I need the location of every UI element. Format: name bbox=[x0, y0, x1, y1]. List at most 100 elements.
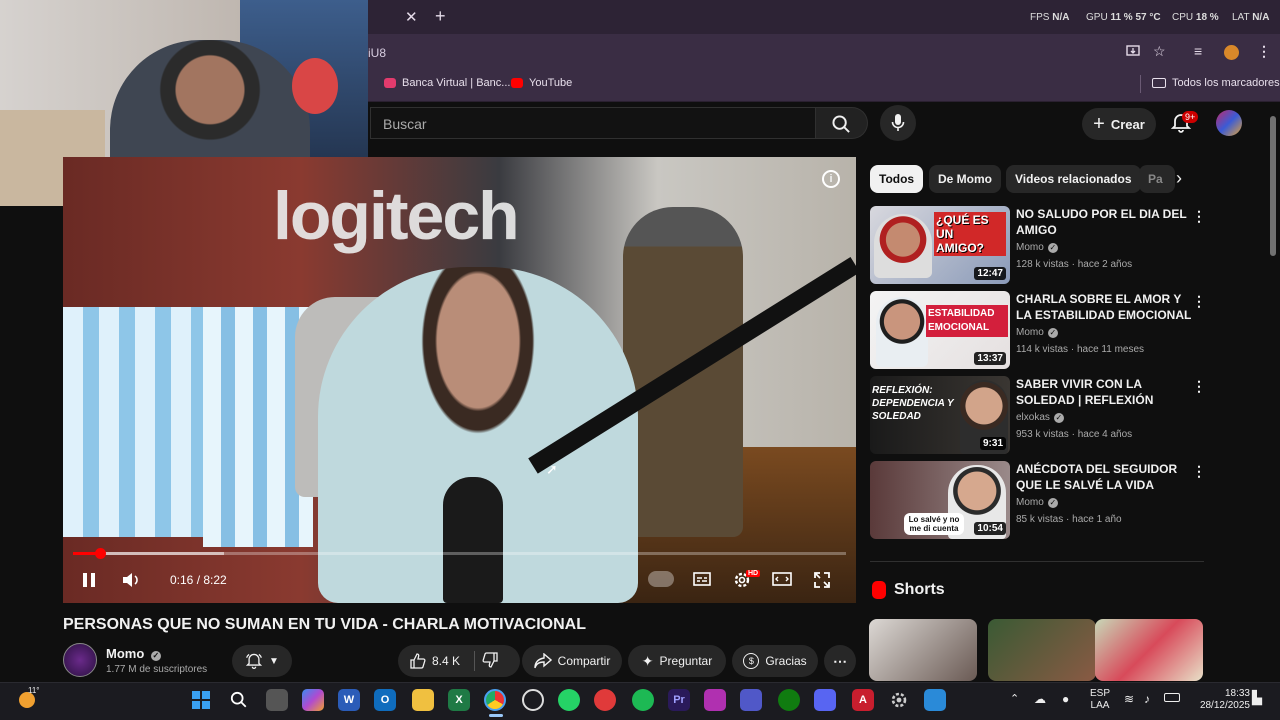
start-windows-icon[interactable] bbox=[190, 689, 212, 711]
recommendation-item[interactable]: Lo salvé y no me di cuenta 10:54 ANÉCDOT… bbox=[870, 461, 1206, 541]
menu-kebab-icon[interactable]: ⋮ bbox=[1257, 43, 1271, 60]
chevron-right-icon[interactable]: › bbox=[1176, 168, 1182, 189]
outlook-icon[interactable]: O bbox=[374, 689, 396, 711]
settings-gear-icon[interactable] bbox=[888, 689, 910, 711]
new-tab-icon[interactable]: + bbox=[435, 6, 446, 27]
bookmark-banca-virtual[interactable]: Banca Virtual | Banc... bbox=[384, 77, 510, 89]
more-vertical-icon[interactable]: ⋮ bbox=[1192, 378, 1206, 395]
obs-icon[interactable] bbox=[522, 689, 544, 711]
discord-icon[interactable] bbox=[814, 689, 836, 711]
dislike-button[interactable] bbox=[482, 652, 498, 673]
pdf-reader-icon[interactable] bbox=[594, 689, 616, 711]
more-vertical-icon[interactable]: ⋮ bbox=[1192, 208, 1206, 225]
more-vertical-icon[interactable]: ⋮ bbox=[1192, 293, 1206, 310]
spotify-icon[interactable] bbox=[632, 689, 654, 711]
task-view-icon[interactable] bbox=[266, 689, 288, 711]
volume-button[interactable] bbox=[122, 572, 142, 593]
info-icon[interactable]: i bbox=[822, 170, 840, 188]
channel-name[interactable]: Momo ✓ bbox=[106, 646, 161, 661]
thumbnail-person bbox=[876, 297, 928, 367]
chrome-icon[interactable] bbox=[484, 689, 506, 711]
word-icon[interactable]: W bbox=[338, 689, 360, 711]
instagram-icon[interactable] bbox=[704, 689, 726, 711]
battery-icon[interactable] bbox=[1164, 693, 1180, 702]
thanks-button[interactable]: $ Gracias bbox=[732, 645, 818, 677]
notification-center-icon[interactable]: ▙ bbox=[1252, 690, 1262, 706]
recommendation-item[interactable]: ESTABILIDAD EMOCIONAL 13:37 CHARLA SOBRE… bbox=[870, 291, 1206, 371]
clock[interactable]: 18:33 28/12/2025 bbox=[1194, 688, 1250, 712]
like-button[interactable]: 8.4 K bbox=[410, 653, 460, 669]
short-thumbnail[interactable] bbox=[869, 619, 977, 681]
acrobat-icon[interactable]: A bbox=[852, 689, 874, 711]
tab-close-icon[interactable]: ✕ bbox=[405, 8, 418, 26]
more-actions-button[interactable]: ⋯ bbox=[824, 645, 856, 677]
create-button[interactable]: + Crear bbox=[1082, 108, 1156, 140]
chevron-up-icon[interactable]: ⌃ bbox=[1010, 692, 1019, 705]
chip-videos-relacionados[interactable]: Videos relacionados bbox=[1006, 165, 1141, 193]
chip-truncated[interactable]: Pa bbox=[1139, 165, 1175, 193]
url-text[interactable]: iU8 bbox=[368, 46, 386, 60]
mic-tray-icon[interactable]: ● bbox=[1062, 692, 1069, 706]
account-avatar[interactable] bbox=[1216, 110, 1242, 136]
copilot-icon[interactable] bbox=[302, 689, 324, 711]
recommendation-title[interactable]: ANÉCDOTA DEL SEGUIDOR QUE LE SALVÉ LA VI… bbox=[1016, 461, 1194, 493]
video-thumbnail[interactable]: Lo salvé y no me di cuenta 10:54 bbox=[870, 461, 1010, 539]
subtitles-button[interactable] bbox=[693, 572, 711, 591]
cloud-icon[interactable]: ☁ bbox=[1034, 692, 1046, 706]
wifi-icon[interactable]: ≋ bbox=[1124, 692, 1134, 706]
hd-badge: HD bbox=[746, 570, 761, 577]
channel-avatar[interactable] bbox=[63, 643, 97, 677]
progress-scrubber[interactable] bbox=[95, 548, 107, 559]
reading-list-icon[interactable]: ≡ bbox=[1194, 43, 1202, 59]
profile-icon[interactable] bbox=[1224, 45, 1239, 60]
bookmark-youtube[interactable]: YouTube bbox=[511, 77, 572, 89]
folder-icon bbox=[1152, 78, 1166, 88]
video-thumbnail[interactable]: ESTABILIDAD EMOCIONAL 13:37 bbox=[870, 291, 1010, 369]
autoplay-toggle[interactable] bbox=[648, 571, 674, 587]
short-thumbnail[interactable] bbox=[988, 619, 1096, 681]
more-horizontal-icon: ⋯ bbox=[833, 652, 847, 669]
taskbar-search-icon[interactable] bbox=[228, 689, 250, 711]
teams-icon[interactable] bbox=[740, 689, 762, 711]
video-scene-logo: logitech bbox=[273, 178, 520, 254]
install-app-icon[interactable] bbox=[1126, 44, 1140, 61]
bookmark-star-icon[interactable]: ☆ bbox=[1153, 43, 1166, 60]
ask-button[interactable]: ✦ Preguntar bbox=[628, 645, 726, 677]
recommendation-item[interactable]: ¿QUÉ ES UN AMIGO? 12:47 NO SALUDO POR EL… bbox=[870, 206, 1206, 286]
speaker-icon[interactable]: ♪ bbox=[1144, 692, 1150, 706]
search-input[interactable]: Buscar bbox=[370, 107, 816, 139]
recommendation-channel: elxokas ✓ bbox=[1016, 412, 1064, 423]
theater-mode-button[interactable] bbox=[772, 572, 792, 591]
recommendation-channel: Momo ✓ bbox=[1016, 497, 1058, 508]
share-button[interactable]: Compartir bbox=[522, 645, 622, 677]
video-editor-icon[interactable] bbox=[924, 689, 946, 711]
video-thumbnail[interactable]: ¿QUÉ ES UN AMIGO? 12:47 bbox=[870, 206, 1010, 284]
chip-de-momo[interactable]: De Momo bbox=[929, 165, 1001, 193]
recommendation-title[interactable]: CHARLA SOBRE EL AMOR Y LA ESTABILIDAD EM… bbox=[1016, 291, 1194, 323]
recommendation-title[interactable]: NO SALUDO POR EL DIA DEL AMIGO bbox=[1016, 206, 1194, 238]
video-thumbnail[interactable]: REFLEXIÓN: DEPENDENCIA Y SOLEDAD 9:31 bbox=[870, 376, 1010, 454]
chip-todos[interactable]: Todos bbox=[870, 165, 924, 193]
voice-search-button[interactable] bbox=[880, 105, 916, 141]
video-duration: 10:54 bbox=[974, 522, 1006, 535]
pause-button[interactable] bbox=[82, 572, 96, 593]
whatsapp-icon[interactable] bbox=[558, 689, 580, 711]
scrollbar-thumb[interactable] bbox=[1270, 116, 1276, 256]
more-vertical-icon[interactable]: ⋮ bbox=[1192, 463, 1206, 480]
all-bookmarks[interactable]: Todos los marcadores bbox=[1152, 77, 1280, 89]
recommendation-item[interactable]: REFLEXIÓN: DEPENDENCIA Y SOLEDAD 9:31 SA… bbox=[870, 376, 1206, 456]
short-thumbnail[interactable] bbox=[1095, 619, 1203, 681]
mouse-cursor-icon: ➚ bbox=[546, 461, 558, 477]
recommendation-title[interactable]: SABER VIVIR CON LA SOLEDAD | REFLEXIÓN bbox=[1016, 376, 1194, 408]
search-button[interactable] bbox=[816, 107, 868, 139]
xbox-icon[interactable] bbox=[778, 689, 800, 711]
file-explorer-icon[interactable] bbox=[412, 689, 434, 711]
notifications-badge: 9+ bbox=[1182, 111, 1199, 123]
fullscreen-button[interactable] bbox=[814, 572, 830, 593]
subscribed-notifications-button[interactable]: ▼ bbox=[232, 645, 292, 677]
language-indicator[interactable]: ESP LAA bbox=[1088, 688, 1112, 712]
excel-icon[interactable]: X bbox=[448, 689, 470, 711]
premiere-pro-icon[interactable]: Pr bbox=[668, 689, 690, 711]
video-player[interactable]: logitech i bbox=[63, 157, 856, 603]
subtitles-icon bbox=[693, 572, 711, 586]
